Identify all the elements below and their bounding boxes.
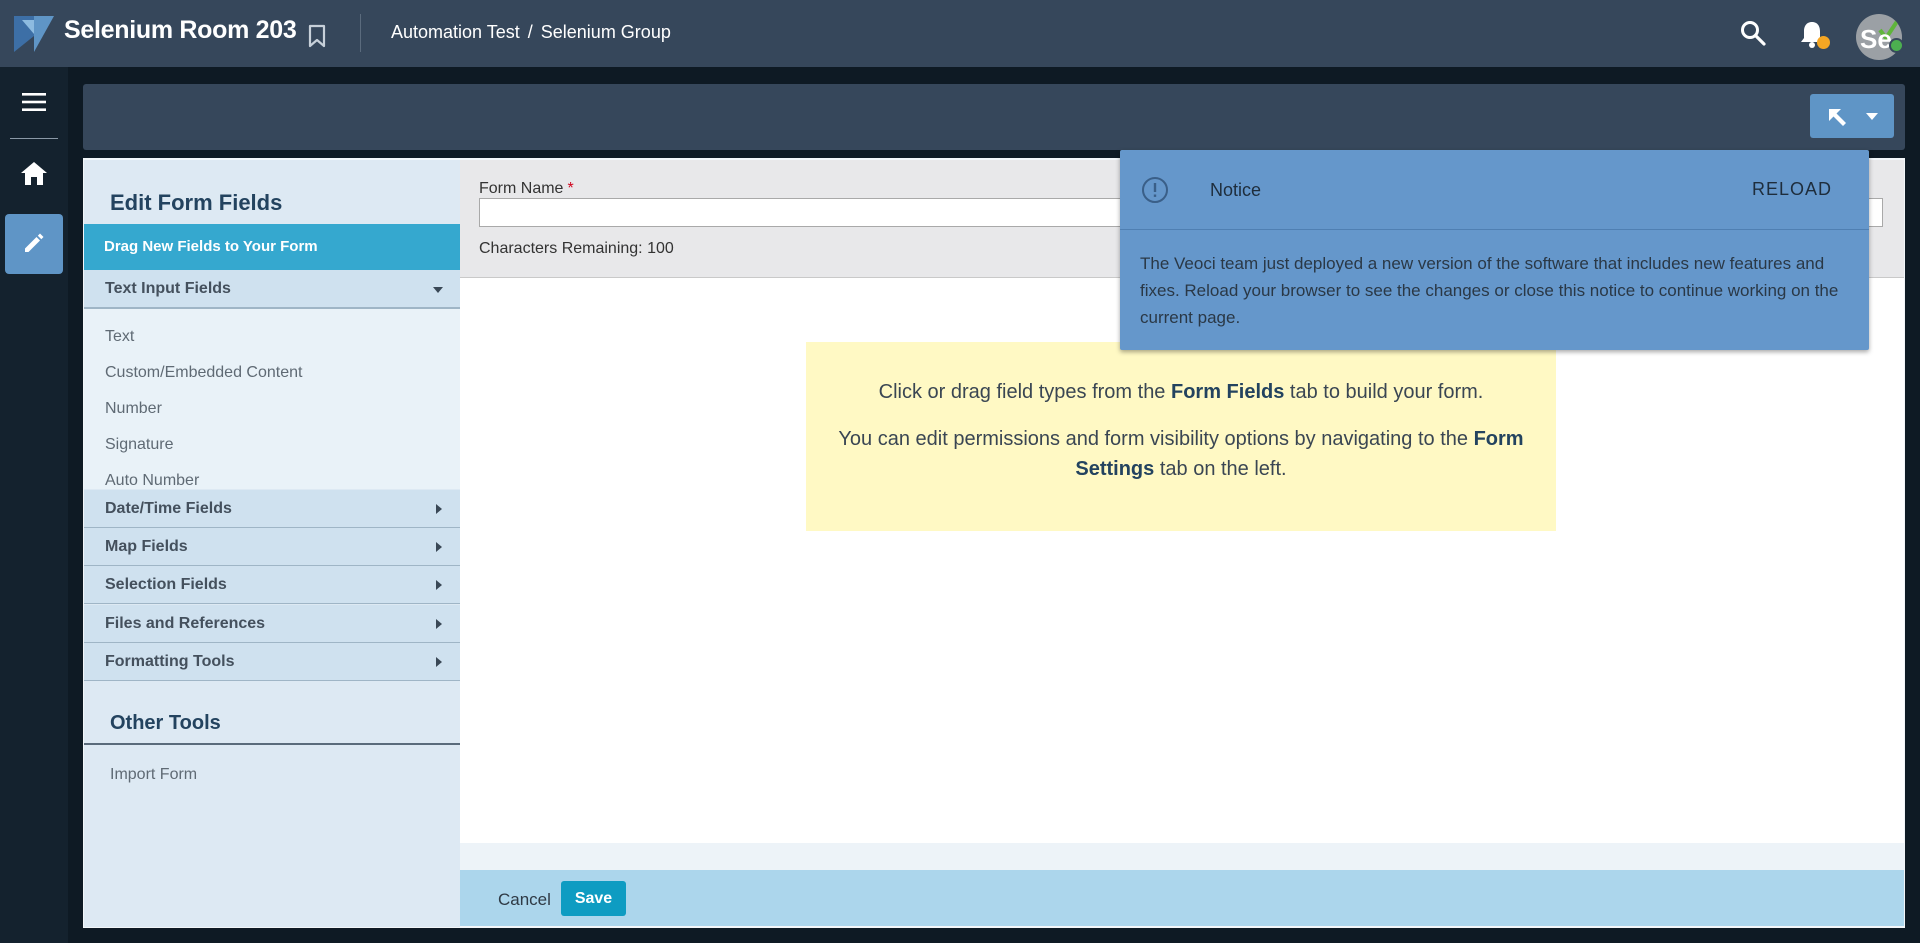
section-label: Text Input Fields (105, 280, 231, 297)
logo-icon[interactable] (14, 14, 54, 54)
section-label: Date/Time Fields (105, 500, 232, 517)
online-status-dot (1889, 38, 1904, 53)
breadcrumb-item-selenium-group[interactable]: Selenium Group (541, 22, 671, 42)
breadcrumb: Automation Test / Selenium Group (391, 22, 679, 43)
field-type-custom-embedded[interactable]: Custom/Embedded Content (105, 364, 302, 382)
text-input-field-list: Text Custom/Embedded Content Number Sign… (84, 308, 460, 489)
notification-badge (1817, 36, 1830, 49)
toolbar (83, 84, 1905, 150)
form-name-label: Form Name * (479, 180, 574, 198)
required-marker: * (567, 180, 574, 197)
section-selection-fields[interactable]: Selection Fields (84, 566, 460, 604)
pointer-icon (1829, 109, 1846, 126)
field-type-signature[interactable]: Signature (105, 436, 174, 454)
section-label: Formatting Tools (105, 653, 235, 670)
edit-form-rail-button[interactable] (5, 214, 63, 274)
field-type-number[interactable]: Number (105, 400, 162, 418)
bookmark-icon[interactable] (306, 24, 328, 48)
save-button[interactable]: Save (561, 881, 626, 916)
hint-line-1: Click or drag field types from the Form … (806, 381, 1556, 404)
section-label: Selection Fields (105, 576, 227, 593)
cancel-button[interactable]: Cancel (498, 890, 551, 910)
search-icon[interactable] (1740, 20, 1766, 46)
avatar-initials: Se (1860, 24, 1892, 54)
build-form-hint: Click or drag field types from the Form … (806, 342, 1556, 531)
drag-fields-header: Drag New Fields to Your Form (84, 224, 460, 270)
hint-text: Click or drag field types from the (878, 381, 1171, 403)
left-rail (0, 67, 68, 943)
avatar[interactable]: Se (1856, 14, 1902, 60)
chevron-right-icon (436, 542, 442, 552)
canvas-bottom-strip (460, 843, 1904, 870)
chevron-down-icon (433, 287, 443, 293)
pointer-dropdown-button[interactable] (1810, 94, 1894, 138)
form-footer (460, 870, 1904, 926)
notice-title: Notice (1210, 180, 1262, 200)
reload-button[interactable]: RELOAD (1752, 179, 1832, 200)
panel-title: Edit Form Fields (110, 190, 283, 215)
other-tools-title: Other Tools (110, 712, 221, 734)
hint-text: tab to build your form. (1284, 381, 1484, 403)
import-form-link[interactable]: Import Form (110, 766, 197, 784)
section-files-and-references[interactable]: Files and References (84, 605, 460, 643)
section-map-fields[interactable]: Map Fields (84, 528, 460, 566)
chevron-right-icon (436, 504, 442, 514)
home-icon[interactable] (20, 160, 48, 186)
hint-emphasis: Form Fields (1171, 381, 1285, 403)
field-type-auto-number[interactable]: Auto Number (105, 472, 199, 490)
chevron-right-icon (436, 580, 442, 590)
rail-divider (10, 138, 58, 139)
hint-text: tab on the left. (1154, 458, 1287, 480)
menu-icon[interactable] (22, 92, 46, 112)
section-text-input-fields[interactable]: Text Input Fields (84, 270, 460, 308)
room-title: Selenium Room 203 (64, 16, 297, 44)
breadcrumb-separator: / (527, 22, 533, 42)
section-formatting-tools[interactable]: Formatting Tools (84, 643, 460, 681)
chevron-right-icon (436, 657, 442, 667)
section-label: Map Fields (105, 538, 188, 555)
form-name-label-text: Form Name (479, 180, 564, 197)
section-date-time-fields[interactable]: Date/Time Fields (84, 490, 460, 528)
top-divider (360, 14, 361, 52)
hint-line-2: You can edit permissions and form visibi… (806, 424, 1556, 484)
field-type-text[interactable]: Text (105, 328, 134, 346)
chevron-right-icon (436, 619, 442, 629)
hint-text: You can edit permissions and form visibi… (838, 428, 1474, 450)
info-icon (1142, 177, 1168, 203)
characters-remaining: Characters Remaining: 100 (479, 240, 674, 257)
breadcrumb-item-automation-test[interactable]: Automation Test (391, 22, 520, 42)
chevron-down-icon (1866, 113, 1878, 120)
notice-message: The Veoci team just deployed a new versi… (1140, 254, 1839, 327)
other-tools-divider (84, 743, 460, 745)
pencil-icon (25, 233, 44, 252)
section-label: Files and References (105, 615, 266, 632)
